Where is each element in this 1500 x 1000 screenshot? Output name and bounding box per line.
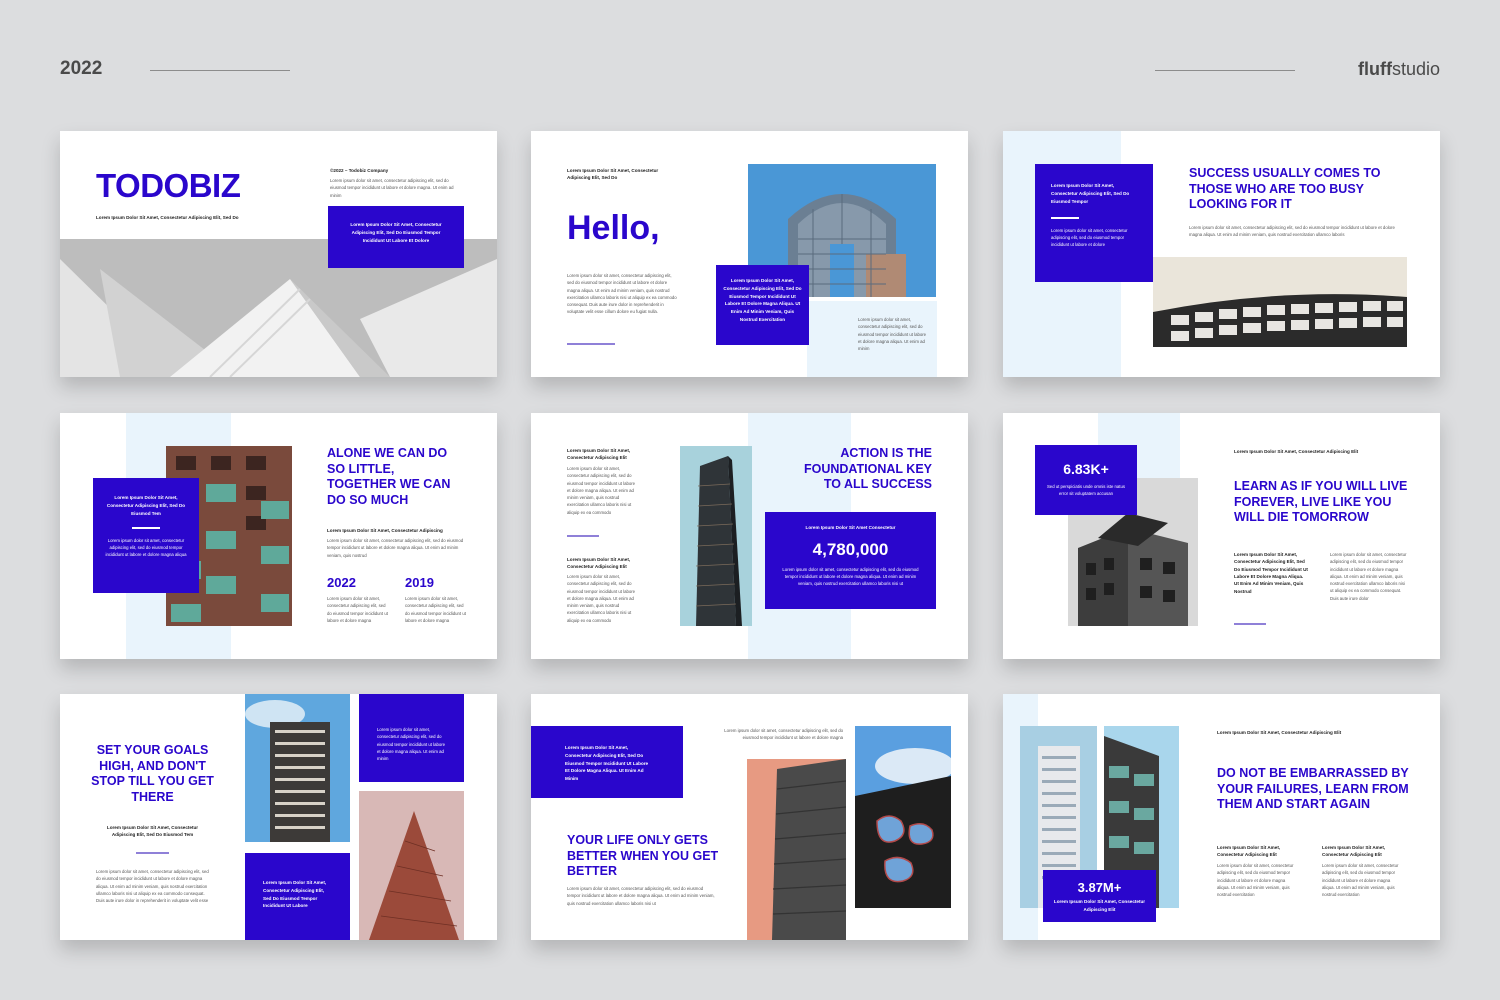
slide-kicker: Lorem Ipsum Dolor Sit Amet, Consectetur …: [106, 825, 199, 838]
body-text: Lorem ipsum dolor sit amet, consectetur …: [567, 886, 715, 906]
header-divider-right: [1155, 70, 1295, 71]
year-2019: 2019: [405, 575, 434, 590]
box-divider: [132, 527, 160, 529]
slide-learn[interactable]: 6.83K+ Sed ut perspiciatis unde omnis is…: [1003, 413, 1440, 659]
body-text: Lorem ipsum dolor sit amet, consectetur …: [330, 178, 454, 198]
box-title: Lorem Ipsum Dolor Sit Amet, Consectetur …: [1051, 183, 1130, 204]
highlight-box: Lorem Ipsum Dolor Sit Amet, Consectetur …: [328, 206, 464, 268]
stat-caption: Sed ut perspiciatis unde omnis iste natu…: [1046, 484, 1126, 497]
slide-title: LEARN AS IF YOU WILL LIVE FOREVER, LIVE …: [1234, 479, 1408, 525]
header-divider-left: [150, 70, 290, 71]
stat-value: 4,780,000: [812, 539, 889, 559]
building-photo: [747, 759, 846, 940]
building-photo: [1153, 257, 1407, 347]
stat-box: 3.87M+ Lorem Ipsum Dolor Sit Amet, Conse…: [1043, 870, 1156, 922]
body-text: Lorem ipsum dolor sit amet, consectetur …: [96, 869, 209, 904]
highlight-box: Lorem ipsum dolor sit amet, consectetur …: [359, 694, 464, 782]
box-title: Lorem Ipsum Dolor Sit Amet, Consectetur …: [106, 495, 186, 516]
slide-title: DO NOT BE EMBARRASSED BY YOUR FAILURES, …: [1217, 766, 1409, 812]
slide-together[interactable]: Lorem Ipsum Dolor Sit Amet, Consectetur …: [60, 413, 497, 659]
slide-hello[interactable]: Lorem Ipsum Dolor Sit Amet, Consectetur …: [531, 131, 968, 377]
year-2022: 2022: [327, 575, 356, 590]
side-text: Lorem ipsum dolor sit amet, consectetur …: [858, 317, 927, 352]
section-body: Lorem ipsum dolor sit amet, consectetur …: [567, 466, 636, 515]
slide-title: Hello,: [567, 209, 660, 247]
slide-title: YOUR LIFE ONLY GETS BETTER WHEN YOU GET …: [567, 833, 719, 879]
slide-action[interactable]: Lorem Ipsum Dolor Sit Amet, Consectetur …: [531, 413, 968, 659]
slide-goals[interactable]: SET YOUR GOALS HIGH, AND DON'T STOP TILL…: [60, 694, 497, 940]
slide-title: ALONE WE CAN DO SO LITTLE, TOGETHER WE C…: [327, 446, 451, 507]
section-kicker: Lorem Ipsum Dolor Sit Amet, Consectetur …: [567, 448, 631, 461]
building-photo: [245, 694, 350, 842]
accent-divider: [1234, 623, 1266, 625]
column-right-kicker: Lorem Ipsum Dolor Sit Amet, Consectetur …: [1322, 845, 1386, 858]
building-photo: [680, 446, 752, 626]
stat-value: 3.87M+: [1077, 880, 1122, 895]
stat-kicker: Lorem Ipsum Dolor Sit Amet Consectetur: [805, 525, 896, 530]
slide-title: TODOBIZ: [96, 167, 241, 204]
building-photo: [855, 726, 951, 908]
accent-divider: [567, 343, 615, 345]
year-2019-text: Lorem ipsum dolor sit amet, consectetur …: [405, 596, 466, 623]
slide-kicker: Lorem Ipsum Dolor Sit Amet, Consectetur …: [1234, 449, 1359, 454]
brand-logo: fluffstudio: [1357, 59, 1440, 79]
stat-box: 6.83K+ Sed ut perspiciatis unde omnis is…: [1035, 445, 1137, 515]
column-right-body: Lorem ipsum dolor sit amet, consectetur …: [1322, 863, 1399, 898]
highlight-box: Lorem Ipsum Dolor Sit Amet, Consectetur …: [716, 265, 809, 345]
box-body: Lorem ipsum dolor sit amet, consectetur …: [105, 537, 187, 558]
building-photo: [359, 791, 464, 940]
column-left: Lorem Ipsum Dolor Sit Amet, Consectetur …: [1234, 552, 1308, 594]
column-left-body: Lorem ipsum dolor sit amet, consectetur …: [1217, 863, 1294, 898]
body-text: Lorem ipsum dolor sit amet, consectetur …: [567, 273, 677, 315]
column-left-kicker: Lorem Ipsum Dolor Sit Amet, Consectetur …: [1217, 845, 1281, 858]
slide-kicker: Lorem Ipsum Dolor Sit Amet, Consectetur …: [567, 168, 659, 181]
slide-title: SET YOUR GOALS HIGH, AND DON'T STOP TILL…: [91, 743, 214, 804]
slide-kicker: Lorem Ipsum Dolor Sit Amet, Consectetur …: [327, 528, 443, 533]
stat-box: Lorem Ipsum Dolor Sit Amet Consectetur 4…: [765, 512, 936, 609]
highlight-box: Lorem Ipsum Dolor Sit Amet, Consectetur …: [1035, 164, 1153, 282]
stat-value: 6.83K+: [1063, 461, 1109, 477]
highlight-box: Lorem Ipsum Dolor Sit Amet, Consectetur …: [93, 478, 199, 593]
slide-title: ACTION IS THE FOUNDATIONAL KEY TO ALL SU…: [803, 446, 932, 492]
box-body: Lorem ipsum dolor sit amet, consectetur …: [1051, 227, 1128, 248]
copyright-text: ©2022 – Todobiz Company: [330, 168, 389, 173]
box-divider: [1051, 217, 1079, 219]
section-body: Lorem ipsum dolor sit amet, consectetur …: [567, 574, 636, 623]
slide-subtitle: Lorem Ipsum Dolor Sit Amet, Consectetur …: [96, 215, 239, 220]
section-kicker: Lorem Ipsum Dolor Sit Amet, Consectetur …: [567, 557, 631, 570]
header-year: 2022: [60, 58, 103, 79]
slide-better[interactable]: Lorem Ipsum Dolor Sit Amet, Consectetur …: [531, 694, 968, 940]
top-text: Lorem ipsum dolor sit amet, consectetur …: [724, 728, 843, 741]
column-right: Lorem ipsum dolor sit amet, consectetur …: [1330, 552, 1407, 601]
slide-title: SUCCESS USUALLY COMES TO THOSE WHO ARE T…: [1189, 166, 1381, 212]
accent-divider: [567, 535, 599, 537]
slide-failures[interactable]: 3.87M+ Lorem Ipsum Dolor Sit Amet, Conse…: [1003, 694, 1440, 940]
slide-cover[interactable]: TODOBIZ Lorem Ipsum Dolor Sit Amet, Cons…: [60, 131, 497, 377]
highlight-box: Lorem Ipsum Dolor Sit Amet, Consectetur …: [531, 726, 683, 798]
slide-kicker: Lorem Ipsum Dolor Sit Amet, Consectetur …: [1217, 730, 1342, 735]
body-text: Lorem ipsum dolor sit amet, consectetur …: [1189, 225, 1395, 238]
stat-body: Lorem ipsum dolor sit amet, consectetur …: [782, 566, 919, 587]
year-2022-text: Lorem ipsum dolor sit amet, consectetur …: [327, 596, 388, 623]
stat-caption: Lorem Ipsum Dolor Sit Amet, Consectetur …: [1053, 899, 1146, 912]
body-text: Lorem ipsum dolor sit amet, consectetur …: [327, 538, 464, 558]
accent-divider: [136, 852, 169, 854]
highlight-box-secondary: Lorem Ipsum Dolor Sit Amet, Consectetur …: [245, 853, 350, 940]
slide-success[interactable]: Lorem Ipsum Dolor Sit Amet, Consectetur …: [1003, 131, 1440, 377]
